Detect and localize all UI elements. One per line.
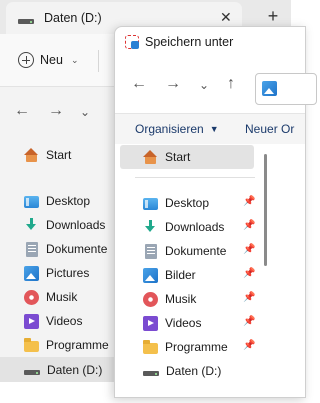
back-arrow-icon[interactable]: ← (131, 75, 147, 93)
dialog-navigation-bar: ← → ⌄ ↑ (115, 73, 317, 105)
pin-icon[interactable]: 📌 (243, 316, 255, 327)
sidebar-item-label: Daten (D:) (47, 363, 103, 377)
dialog-item-musik[interactable]: Musik (143, 288, 196, 310)
dialog-item-downloads[interactable]: Downloads (143, 216, 224, 238)
pin-icon[interactable]: 📌 (243, 292, 255, 303)
videos-icon (24, 313, 39, 329)
chevron-down-icon[interactable]: ⌄ (199, 78, 209, 92)
sidebar-item-videos[interactable]: Videos (24, 310, 82, 332)
pin-icon[interactable]: 📌 (243, 196, 255, 207)
sidebar-item-label: Videos (46, 314, 83, 328)
home-icon (24, 147, 39, 163)
downloads-icon (143, 219, 158, 235)
organize-button[interactable]: Organisieren ▼ (135, 122, 219, 136)
divider (135, 177, 255, 178)
chevron-down-icon[interactable]: ⌄ (80, 105, 90, 119)
scrollbar[interactable] (264, 154, 267, 266)
toolbar-divider (98, 50, 99, 72)
address-bar[interactable] (255, 73, 317, 105)
drive-icon (143, 371, 159, 376)
music-icon (143, 291, 158, 307)
back-arrow-icon[interactable]: ← (14, 102, 30, 120)
pin-icon[interactable]: 📌 (243, 268, 255, 279)
dialog-navigation-pane: Start Desktop 📌 Downloads 📌 Dokumente 📌 … (115, 143, 305, 403)
sidebar-item-label: Start (46, 148, 72, 162)
forward-arrow-icon[interactable]: → (165, 75, 181, 93)
dialog-item-label: Desktop (165, 196, 210, 210)
sidebar-item-musik[interactable]: Musik (24, 286, 77, 308)
downloads-icon (24, 217, 39, 233)
sidebar-item-daten-d-content: Daten (D:) (24, 359, 102, 381)
close-icon[interactable]: ✕ (220, 9, 232, 26)
new-folder-button[interactable]: Neuer Or (245, 122, 294, 136)
navigation-bar: ← → ⌄ (0, 87, 120, 135)
dialog-item-label: Programme (165, 340, 228, 354)
chevron-down-icon: ⌄ (70, 54, 79, 65)
dialog-item-label: Daten (D:) (166, 364, 222, 378)
sidebar-item-label: Downloads (46, 218, 106, 232)
drive-icon (18, 19, 34, 24)
sidebar-item-label: Programme (46, 338, 109, 352)
music-icon (24, 289, 39, 305)
dialog-item-dokumente[interactable]: Dokumente (143, 240, 226, 262)
save-dialog-icon (125, 35, 139, 49)
documents-icon (25, 241, 38, 257)
sidebar-item-downloads[interactable]: Downloads (24, 214, 105, 236)
dialog-item-desktop[interactable]: Desktop (143, 192, 209, 214)
dialog-item-label: Dokumente (165, 244, 227, 258)
dialog-item-bilder[interactable]: Bilder (143, 264, 196, 286)
sidebar-item-desktop[interactable]: Desktop (24, 190, 90, 212)
up-arrow-icon[interactable]: ↑ (227, 75, 235, 93)
dialog-item-label: Bilder (165, 268, 196, 282)
dialog-item-label: Downloads (165, 220, 225, 234)
dialog-item-programme[interactable]: Programme (143, 336, 228, 358)
dialog-title: Speichern unter (145, 35, 234, 49)
dialog-item-label: Videos (165, 316, 202, 330)
dialog-item-daten-d[interactable]: Daten (D:) (143, 360, 221, 382)
dialog-command-bar: Organisieren ▼ Neuer Or (115, 113, 305, 144)
organize-label: Organisieren (135, 122, 204, 136)
sidebar-item-label: Pictures (46, 266, 90, 280)
sidebar-item-dokumente[interactable]: Dokumente (24, 238, 107, 260)
desktop-icon (143, 198, 158, 210)
home-icon (143, 149, 158, 165)
forward-arrow-icon[interactable]: → (48, 102, 64, 120)
save-as-dialog: Speichern unter ← → ⌄ ↑ Organisieren ▼ N… (114, 26, 317, 398)
sidebar-item-programme[interactable]: Programme (24, 334, 109, 356)
pictures-icon (262, 81, 277, 96)
pin-icon[interactable]: 📌 (243, 340, 255, 351)
desktop-icon (24, 196, 39, 208)
pin-icon[interactable]: 📌 (243, 244, 255, 255)
dialog-item-label: Musik (165, 292, 197, 306)
sidebar-item-start[interactable]: Start (24, 144, 71, 166)
dialog-title-bar: Speichern unter (125, 35, 233, 49)
documents-icon (144, 243, 157, 259)
dialog-item-videos[interactable]: Videos (143, 312, 201, 334)
pictures-icon (143, 267, 158, 283)
new-tab-button[interactable]: + (263, 4, 283, 28)
videos-icon (143, 315, 158, 331)
new-button-label: Neu (40, 53, 63, 67)
sidebar-item-label: Desktop (46, 194, 91, 208)
sidebar-item-pictures[interactable]: Pictures (24, 262, 89, 284)
pictures-icon (24, 265, 39, 281)
tab-label: Daten (D:) (44, 11, 102, 25)
sidebar-item-daten-d[interactable]: Daten (D:) (0, 357, 120, 382)
sidebar-item-label: Musik (46, 290, 78, 304)
pin-icon[interactable]: 📌 (243, 220, 255, 231)
folder-icon (143, 340, 158, 354)
plus-circle-icon (18, 52, 34, 68)
dialog-item-label: Start (165, 150, 191, 164)
dialog-item-start-content: Start (143, 146, 190, 168)
drive-icon (24, 370, 40, 375)
sidebar-item-label: Dokumente (46, 242, 108, 256)
caret-down-icon: ▼ (209, 124, 219, 134)
folder-icon (24, 338, 39, 352)
new-button[interactable]: Neu ⌄ (18, 48, 78, 72)
